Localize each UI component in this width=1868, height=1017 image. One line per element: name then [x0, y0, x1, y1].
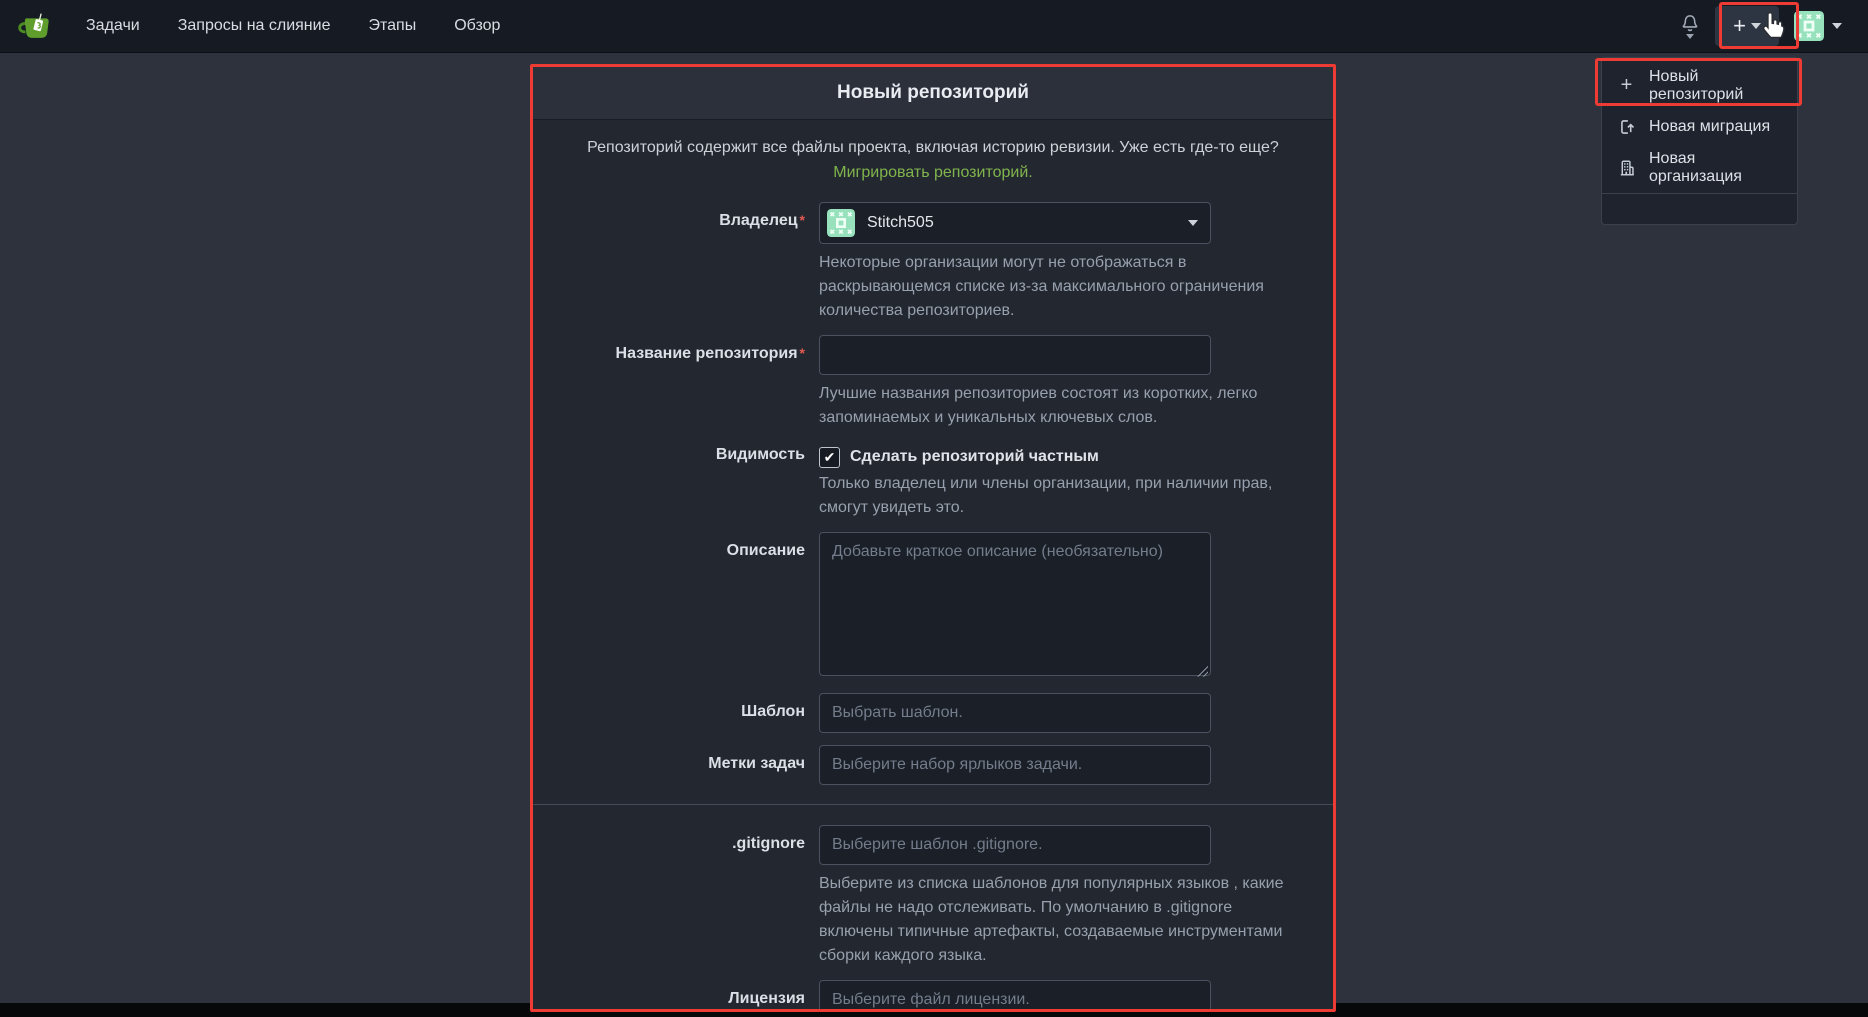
- template-input[interactable]: [819, 693, 1211, 733]
- menu-item-label: Новая организация: [1649, 150, 1782, 186]
- avatar: [1794, 11, 1824, 41]
- chevron-down-icon: [1188, 220, 1198, 226]
- field-owner: Владелец*: [533, 202, 1333, 323]
- private-checkbox[interactable]: ✔: [819, 447, 840, 468]
- visibility-label: Видимость: [533, 442, 805, 520]
- description-textarea[interactable]: [819, 532, 1211, 676]
- visibility-help-text: Только владелец или члены организации, п…: [819, 472, 1307, 520]
- field-repo-name: Название репозитория* Лучшие названия ре…: [533, 335, 1333, 430]
- field-visibility: Видимость ✔ Сделать репозиторий частным …: [533, 442, 1333, 520]
- notifications-bell-icon[interactable]: [1680, 14, 1700, 39]
- avatar: [827, 209, 855, 237]
- menu-item-new-migration[interactable]: Новая миграция: [1602, 106, 1797, 147]
- field-gitignore: .gitignore Выберите из списка шаблонов д…: [533, 825, 1333, 968]
- create-new-dropdown: + Новый репозиторий Новая миграция: [1601, 57, 1798, 225]
- menu-divider: [1602, 193, 1797, 194]
- intro-text: Репозиторий содержит все файлы проекта, …: [587, 139, 1279, 156]
- owner-help-text: Некоторые организации могут не отображат…: [819, 251, 1307, 323]
- create-new-button[interactable]: +: [1715, 6, 1779, 46]
- chevron-down-icon: [1832, 23, 1842, 29]
- new-repository-form: Новый репозиторий Репозиторий содержит в…: [530, 64, 1336, 1012]
- repo-name-input[interactable]: [819, 335, 1211, 375]
- nav-link-pull-requests[interactable]: Запросы на слияние: [178, 17, 331, 35]
- issue-labels-input[interactable]: [819, 745, 1211, 785]
- gitignore-label: .gitignore: [533, 825, 805, 968]
- menu-item-new-repository[interactable]: + Новый репозиторий: [1602, 65, 1797, 106]
- plus-icon: +: [1733, 15, 1746, 37]
- gitea-logo-icon[interactable]: [16, 10, 52, 42]
- issue-labels-label: Метки задач: [533, 745, 805, 785]
- repo-name-label: Название репозитория*: [533, 335, 805, 430]
- nav-link-explore[interactable]: Обзор: [454, 17, 500, 35]
- chevron-down-icon: [1751, 23, 1761, 29]
- menu-item-label: Новый репозиторий: [1649, 68, 1782, 104]
- form-header: Новый репозиторий: [533, 67, 1333, 120]
- user-menu[interactable]: [1794, 11, 1842, 41]
- owner-label: Владелец*: [533, 202, 805, 323]
- private-checkbox-label[interactable]: Сделать репозиторий частным: [850, 448, 1099, 466]
- description-label: Описание: [533, 532, 805, 681]
- field-license: Лицензия Лицензия определяет, что другие…: [533, 980, 1333, 1012]
- form-intro: Репозиторий содержит все файлы проекта, …: [583, 136, 1283, 186]
- field-template: Шаблон: [533, 693, 1333, 733]
- page-title: Новый репозиторий: [837, 82, 1029, 104]
- field-description: Описание: [533, 532, 1333, 681]
- template-label: Шаблон: [533, 693, 805, 733]
- navbar: Задачи Запросы на слияние Этапы Обзор +: [0, 0, 1868, 53]
- migrate-repository-link[interactable]: Мигрировать репозиторий.: [833, 164, 1032, 181]
- menu-item-new-organization[interactable]: Новая организация: [1602, 147, 1797, 188]
- gitignore-input[interactable]: [819, 825, 1211, 865]
- owner-select[interactable]: Stitch505: [819, 202, 1211, 244]
- required-asterisk: *: [800, 212, 805, 228]
- repo-name-help-text: Лучшие названия репозиториев состоят из …: [819, 382, 1307, 430]
- menu-item-label: Новая миграция: [1649, 118, 1770, 136]
- gitignore-help-text: Выберите из списка шаблонов для популярн…: [819, 872, 1307, 968]
- plus-icon: +: [1617, 76, 1636, 95]
- navbar-right: +: [1680, 6, 1852, 46]
- owner-selected-value: Stitch505: [867, 214, 934, 232]
- migrate-icon: [1617, 117, 1636, 136]
- organization-icon: [1617, 158, 1636, 177]
- required-asterisk: *: [800, 345, 805, 361]
- field-issue-labels: Метки задач: [533, 745, 1333, 785]
- nav-link-issues[interactable]: Задачи: [86, 17, 140, 35]
- bell-caret-icon: [1686, 34, 1694, 39]
- license-input[interactable]: [819, 980, 1211, 1012]
- form-body: Репозиторий содержит все файлы проекта, …: [533, 120, 1333, 1012]
- section-divider: [533, 804, 1333, 805]
- nav-links: Задачи Запросы на слияние Этапы Обзор: [86, 17, 500, 35]
- nav-link-milestones[interactable]: Этапы: [368, 17, 416, 35]
- license-label: Лицензия: [533, 980, 805, 1012]
